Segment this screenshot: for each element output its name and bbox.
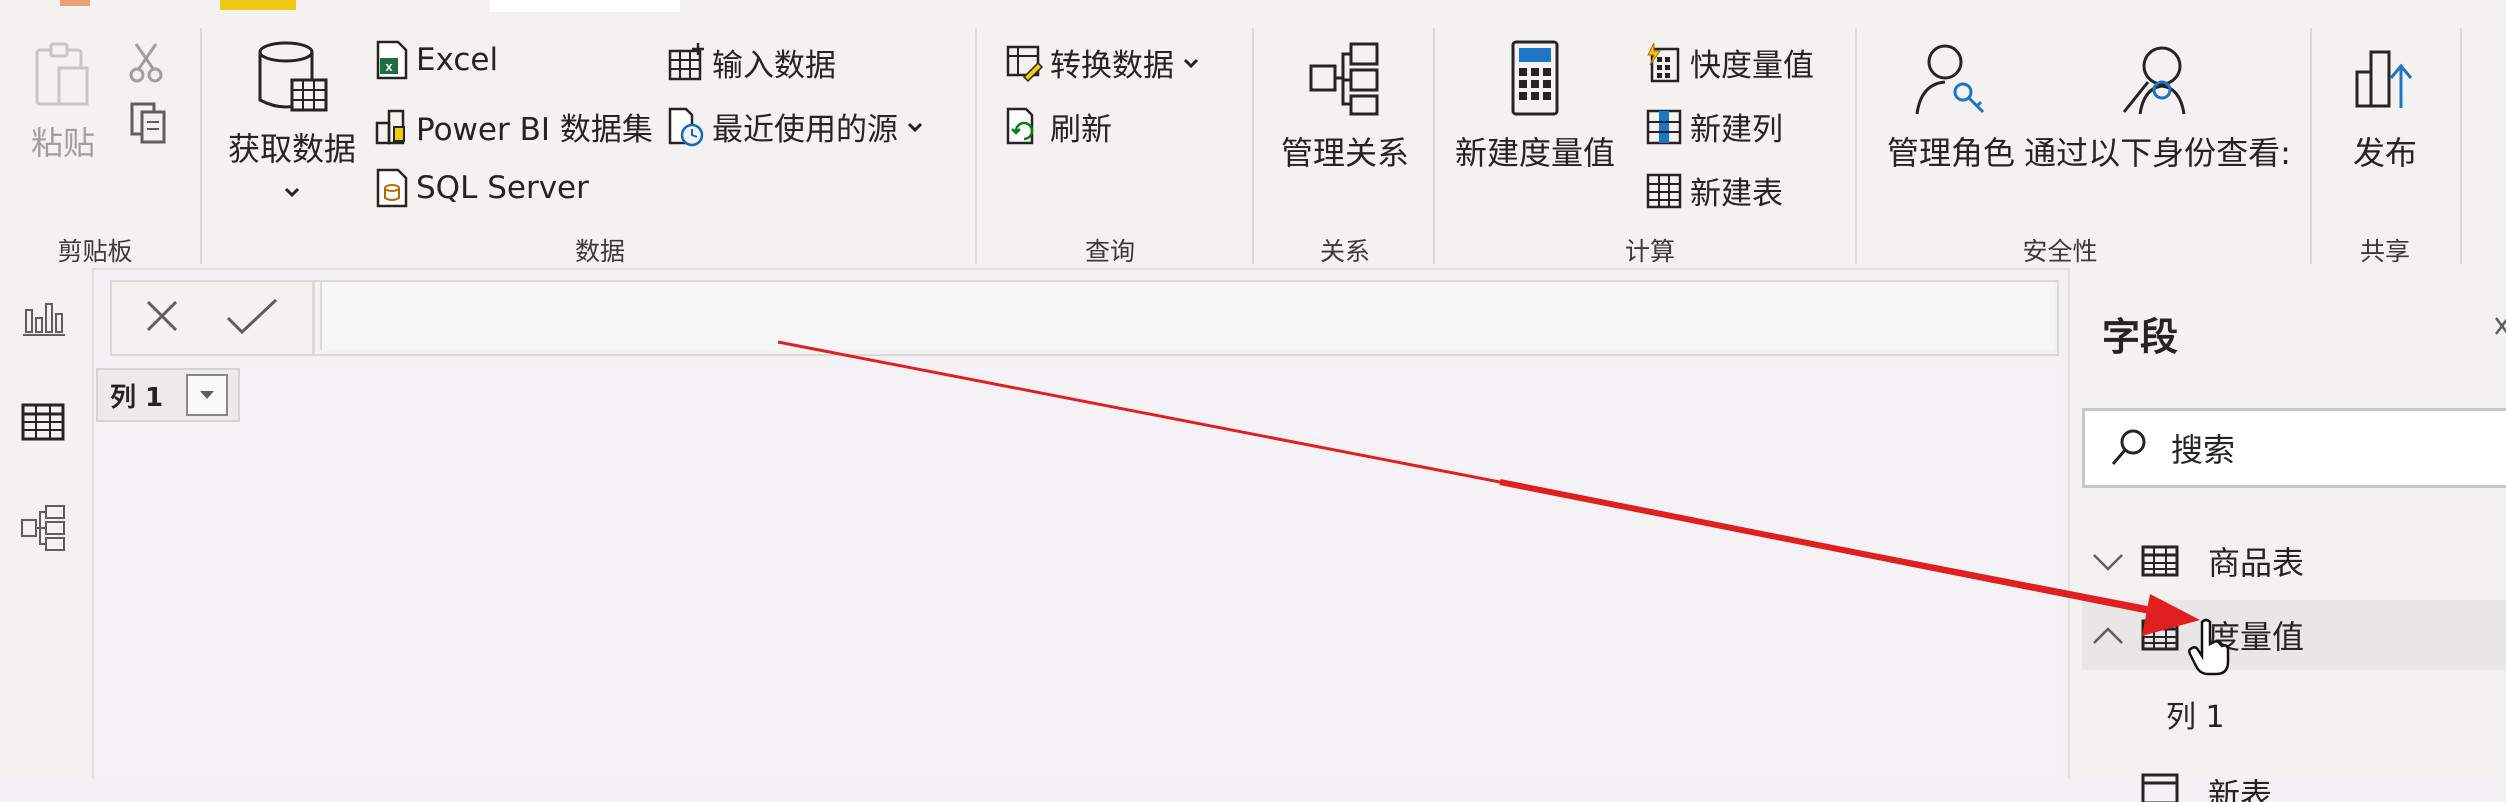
hand-cursor-icon [2188, 618, 2230, 676]
annotation-arrow [777, 340, 2200, 636]
